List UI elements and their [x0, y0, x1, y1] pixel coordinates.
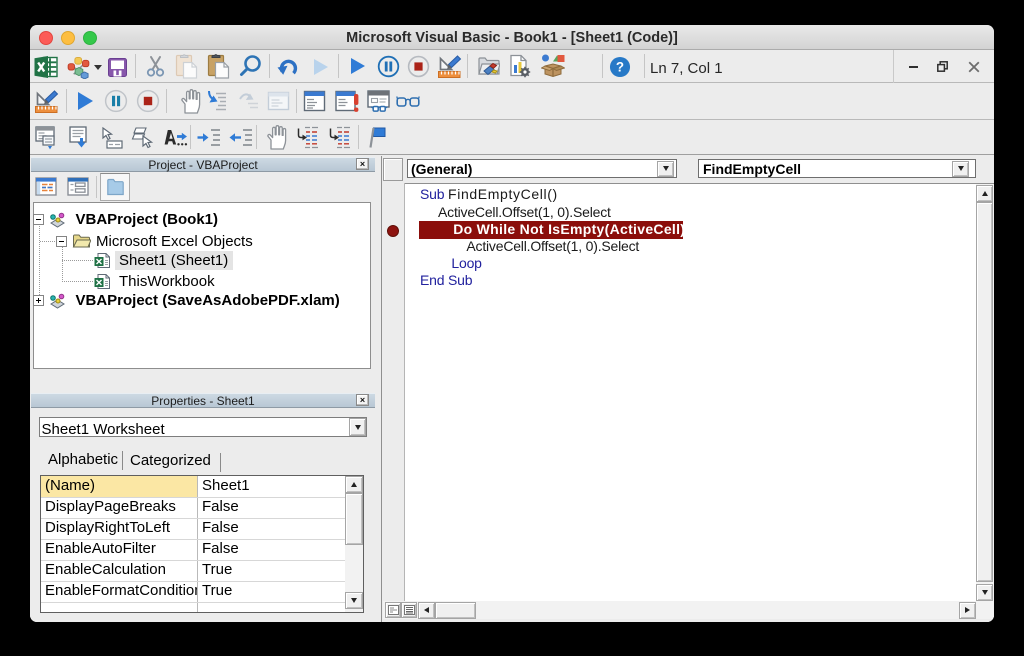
svg-text:?: ? [616, 59, 624, 74]
